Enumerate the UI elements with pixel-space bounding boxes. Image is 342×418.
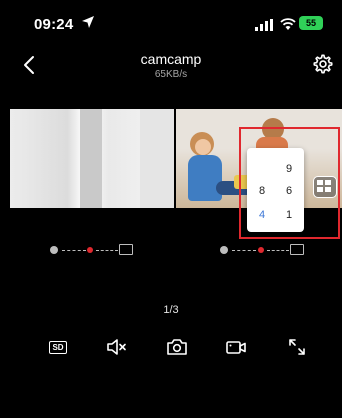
page-indicator: 1/3 (163, 304, 179, 316)
snapshot-camera-icon (167, 339, 187, 355)
feed-child-body (188, 155, 222, 201)
feed-child-face (195, 139, 211, 155)
link-status-dot (258, 247, 264, 253)
annotation-highlight-box (239, 127, 340, 239)
sd-quality-icon: SD (49, 340, 67, 354)
monitor-icon (119, 244, 133, 255)
connection-indicator-1 (50, 243, 150, 257)
camera-node-icon (220, 246, 228, 254)
status-bar: 09:24 55 (0, 0, 342, 46)
stream-speed: 65KB/s (154, 69, 188, 80)
wifi-icon (280, 18, 296, 30)
feed-wall-panel (140, 109, 174, 208)
status-time: 09:24 (34, 16, 74, 33)
snapshot-button[interactable] (164, 335, 190, 359)
title-block: camcamp 65KB/s (0, 51, 342, 80)
fullscreen-icon (289, 339, 305, 355)
feed-wall-shadow (80, 109, 102, 208)
monitor-icon (290, 244, 304, 255)
camera-title: camcamp (140, 51, 202, 67)
camera-node-icon (50, 246, 58, 254)
mute-icon (107, 339, 126, 355)
nav-bar: camcamp 65KB/s (0, 46, 342, 86)
camera-feed-1[interactable] (10, 109, 174, 208)
fullscreen-button[interactable] (284, 335, 310, 359)
mute-button[interactable] (104, 335, 130, 359)
record-video-icon (226, 341, 246, 354)
record-button[interactable] (223, 335, 249, 359)
sd-quality-button[interactable]: SD (45, 335, 71, 359)
settings-gear-icon[interactable] (312, 53, 334, 75)
cellular-signal-icon (255, 19, 273, 31)
link-status-dot (87, 247, 93, 253)
location-arrow-icon (82, 16, 94, 28)
connection-indicator-2 (220, 243, 320, 257)
battery-badge: 55 (299, 16, 323, 30)
